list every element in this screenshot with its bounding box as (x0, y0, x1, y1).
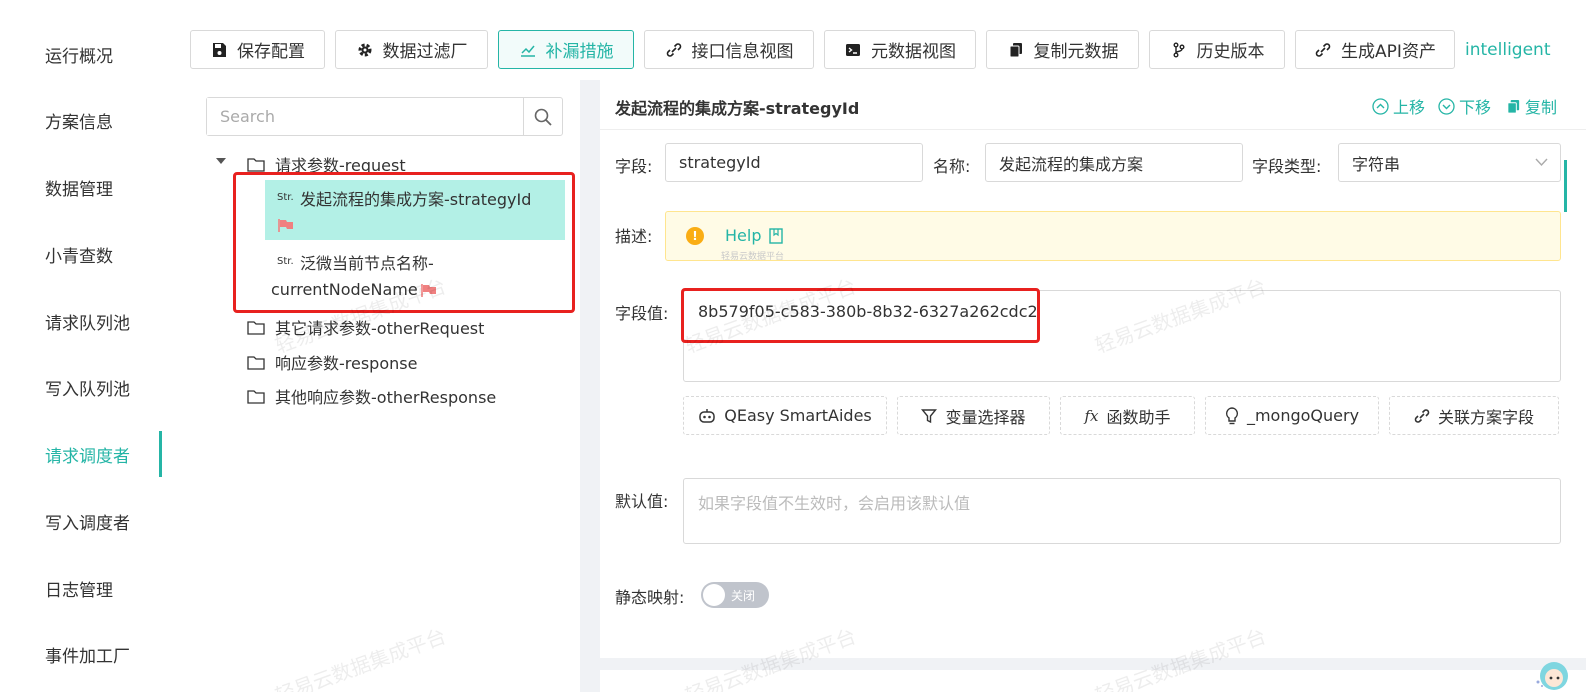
tree-node-other-response[interactable]: 其他响应参数-otherResponse (247, 384, 496, 408)
help-subtext: 轻易云数据平台 (721, 252, 785, 262)
copy-icon (1007, 41, 1025, 59)
sidebar-item-plan-info[interactable]: 方案信息 (45, 108, 113, 133)
copy-field-button[interactable]: 复制 (1506, 94, 1557, 118)
field-label: 字段: (615, 157, 653, 176)
generate-api-asset-button[interactable]: 生成API资产 (1295, 30, 1455, 69)
tree-node-other-request[interactable]: 其它请求参数-otherRequest (247, 315, 484, 339)
next-panel-edge (600, 670, 1586, 692)
sidebar-item-write-scheduler[interactable]: 写入调度者 (45, 509, 130, 534)
move-down-button[interactable]: 下移 (1438, 94, 1491, 118)
folder-icon (247, 355, 265, 370)
book-icon (769, 227, 784, 244)
filter-icon (921, 408, 938, 423)
save-icon (210, 41, 228, 59)
static-mapping-switch[interactable]: 关闭 (701, 582, 769, 608)
robot-icon (699, 408, 715, 423)
tree-leaf-current-node-name-label[interactable]: 泛微当前节点名称- (300, 250, 434, 274)
chevron-down-circle-icon (1438, 97, 1455, 115)
copy-icon (1507, 99, 1520, 114)
warning-icon: ! (686, 227, 704, 245)
field-value-textarea[interactable]: 8b579f05-c583-380b-8b32-6327a262cdc2 (683, 290, 1561, 382)
sidebar-item-query[interactable]: 小青查数 (45, 242, 113, 267)
help-link[interactable]: Help (725, 226, 784, 245)
tree-search-input[interactable] (207, 98, 523, 135)
sidebar: 运行概况 方案信息 数据管理 小青查数 请求队列池 写入队列池 请求调度者 写入… (0, 0, 190, 692)
tree-leaf-current-node-name-label-2[interactable]: currentNodeName (271, 280, 418, 299)
data-filter-button[interactable]: 数据过滤厂 (335, 30, 488, 69)
sidebar-item-event-factory[interactable]: 事件加工厂 (45, 642, 130, 667)
fx-icon: fx (1084, 406, 1099, 425)
assistant-mascot-icon[interactable] (1532, 652, 1572, 692)
sidebar-item-data-management[interactable]: 数据管理 (45, 175, 113, 200)
field-key-input[interactable]: strategyId (665, 143, 923, 182)
remediation-button[interactable]: 补漏措施 (498, 30, 634, 69)
name-label: 名称: (933, 157, 971, 176)
field-type-select[interactable]: 字符串 (1338, 143, 1561, 182)
variable-selector-button[interactable]: 变量选择器 (897, 396, 1050, 435)
tree-node-response[interactable]: 响应参数-response (247, 350, 417, 374)
default-value-textarea[interactable]: 如果字段值不生效时，会启用该默认值 (683, 478, 1561, 544)
save-config-button[interactable]: 保存配置 (190, 30, 325, 69)
caret-down-icon[interactable] (216, 158, 226, 164)
field-type-label: 字段类型: (1252, 157, 1322, 176)
function-helper-button[interactable]: fx 函数助手 (1060, 396, 1195, 435)
mongo-query-button[interactable]: _mongoQuery (1205, 396, 1379, 435)
link-plan-field-button[interactable]: 关联方案字段 (1389, 396, 1559, 435)
field-name-input[interactable]: 发起流程的集成方案 (985, 143, 1243, 182)
terminal-icon (844, 41, 862, 59)
sidebar-item-request-queue[interactable]: 请求队列池 (45, 309, 130, 334)
api-info-view-button[interactable]: 接口信息视图 (644, 30, 814, 69)
help-alert: ! Help 轻易云数据平台 (665, 211, 1561, 262)
title-divider (600, 129, 1586, 130)
flag-icon (421, 284, 436, 297)
value-label: 字段值: (615, 304, 669, 323)
bulb-icon (1225, 406, 1238, 424)
static-mapping-label: 静态映射: (615, 588, 685, 607)
search-button[interactable] (523, 98, 562, 135)
default-value-placeholder: 如果字段值不生效时，会启用该默认值 (698, 494, 971, 513)
switch-off-text: 关闭 (731, 589, 756, 603)
link-icon (665, 41, 683, 59)
field-detail-panel: 发起流程的集成方案-strategyId 上移 下移 复制 字段: strate… (600, 80, 1586, 658)
switch-knob (703, 584, 725, 606)
flag-icon (278, 219, 293, 232)
sidebar-item-write-queue[interactable]: 写入队列池 (45, 375, 130, 400)
copy-metadata-button[interactable]: 复制元数据 (986, 30, 1139, 69)
scrollbar-thumb[interactable] (1564, 160, 1567, 212)
default-value-label: 默认值: (615, 492, 669, 511)
tree-leaf-strategyid-label: 发起流程的集成方案-strategyId (300, 190, 532, 209)
description-label: 描述: (615, 227, 653, 246)
sidebar-active-indicator (159, 431, 162, 477)
chevron-down-icon (1535, 158, 1548, 167)
move-up-button[interactable]: 上移 (1372, 94, 1425, 118)
smartaides-button[interactable]: QEasy SmartAides (683, 396, 887, 435)
folder-icon (247, 389, 265, 404)
panel-title: 发起流程的集成方案-strategyId (615, 99, 860, 118)
metadata-view-button[interactable]: 元数据视图 (824, 30, 976, 69)
toolbar: 保存配置 数据过滤厂 补漏措施 接口信息视图 元数据视图 复制元数据 历史版本 … (190, 0, 1586, 80)
sidebar-item-log-management[interactable]: 日志管理 (45, 576, 113, 601)
field-value-text: 8b579f05-c583-380b-8b32-6327a262cdc2 (698, 302, 1038, 321)
str-type-icon: Str. (277, 192, 294, 203)
chevron-up-circle-icon (1372, 97, 1389, 115)
intelligent-link[interactable]: intelligent (1465, 40, 1550, 60)
link-icon (1414, 408, 1430, 423)
search-icon (534, 108, 552, 126)
str-type-icon: Str. (277, 256, 294, 267)
history-version-button[interactable]: 历史版本 (1149, 30, 1285, 69)
tree-search (206, 97, 563, 136)
folder-icon (247, 157, 265, 172)
field-tree-panel: 请求参数-request Str. 发起流程的集成方案-strategyId S… (190, 80, 580, 692)
sidebar-item-request-scheduler[interactable]: 请求调度者 (45, 442, 130, 467)
branch-icon (1170, 41, 1188, 59)
tree-node-request[interactable]: 请求参数-request (247, 152, 406, 176)
chart-line-icon (519, 41, 537, 59)
folder-icon (247, 320, 265, 335)
link-icon (1314, 41, 1332, 59)
gear-icon (356, 41, 374, 59)
sidebar-item-overview[interactable]: 运行概况 (45, 42, 113, 67)
